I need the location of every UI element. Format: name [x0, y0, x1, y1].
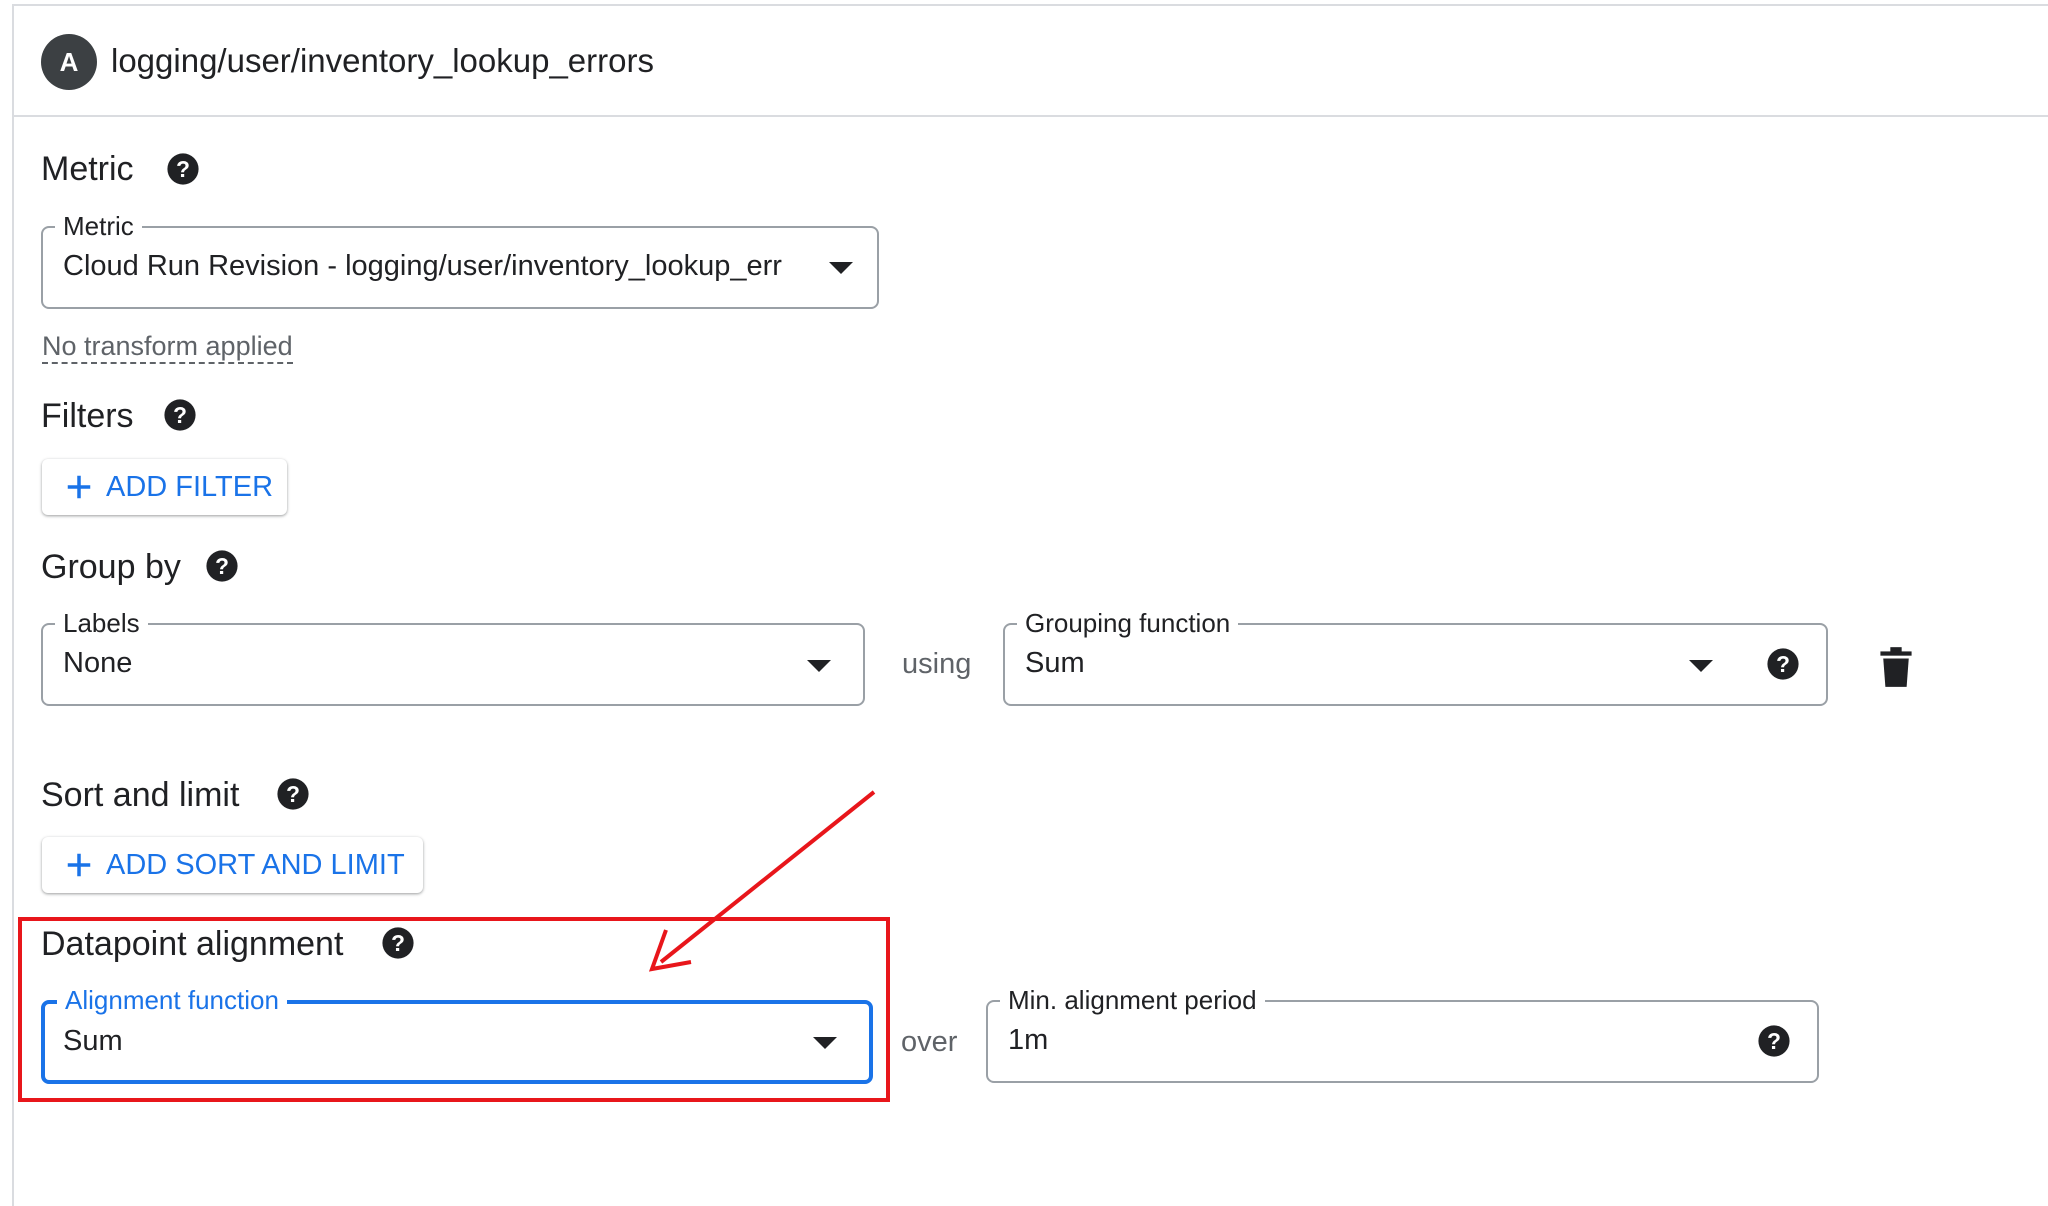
help-icon[interactable]: ? — [1757, 1024, 1791, 1058]
group-by-section-title: Group by — [41, 548, 181, 586]
sort-limit-section-title: Sort and limit — [41, 776, 240, 814]
min-alignment-period-field[interactable]: Min. alignment period 1m ? — [986, 985, 1819, 1083]
trash-icon[interactable] — [1879, 647, 1913, 687]
chevron-down-icon — [1689, 660, 1713, 672]
add-sort-limit-button[interactable]: ADD SORT AND LIMIT — [42, 837, 423, 893]
help-icon[interactable]: ? — [1766, 647, 1800, 681]
plus-icon — [67, 853, 91, 877]
labels-field-label: Labels — [55, 608, 148, 638]
annotation-highlight-box — [18, 917, 890, 1102]
period-field-label: Min. alignment period — [1000, 985, 1265, 1015]
svg-text:?: ? — [173, 402, 187, 428]
svg-text:?: ? — [176, 156, 190, 182]
chevron-down-icon — [807, 660, 831, 672]
labels-select[interactable]: Labels None — [41, 608, 865, 706]
plus-icon — [67, 475, 91, 499]
grouping-function-select[interactable]: Grouping function Sum ? — [1003, 608, 1828, 706]
filters-section-title: Filters — [41, 397, 134, 435]
svg-text:?: ? — [1776, 651, 1790, 677]
help-icon[interactable]: ? — [166, 152, 200, 186]
grouping-value: Sum — [1025, 647, 1085, 679]
grouping-field-label: Grouping function — [1017, 608, 1239, 638]
add-filter-button[interactable]: ADD FILTER — [42, 459, 287, 515]
query-title: logging/user/inventory_lookup_errors — [111, 42, 654, 79]
svg-text:?: ? — [286, 781, 300, 807]
metric-value: Cloud Run Revision - logging/user/invent… — [63, 250, 782, 282]
add-sort-limit-label: ADD SORT AND LIMIT — [106, 848, 405, 881]
period-value: 1m — [1008, 1024, 1049, 1056]
metric-select[interactable]: Metric Cloud Run Revision - logging/user… — [41, 211, 879, 309]
metric-field-label: Metric — [55, 211, 142, 241]
help-icon[interactable]: ? — [163, 398, 197, 432]
svg-text:?: ? — [1767, 1028, 1781, 1054]
transform-link[interactable]: No transform applied — [42, 330, 293, 364]
header-divider — [12, 115, 2048, 117]
metric-section-title: Metric — [41, 150, 134, 188]
labels-value: None — [63, 647, 133, 679]
help-icon[interactable]: ? — [205, 549, 239, 583]
svg-text:?: ? — [215, 553, 229, 579]
query-avatar: A — [41, 34, 97, 90]
help-icon[interactable]: ? — [276, 777, 310, 811]
using-connector: using — [902, 648, 972, 680]
chevron-down-icon — [829, 262, 853, 274]
add-filter-label: ADD FILTER — [106, 470, 274, 503]
over-connector: over — [901, 1026, 958, 1058]
